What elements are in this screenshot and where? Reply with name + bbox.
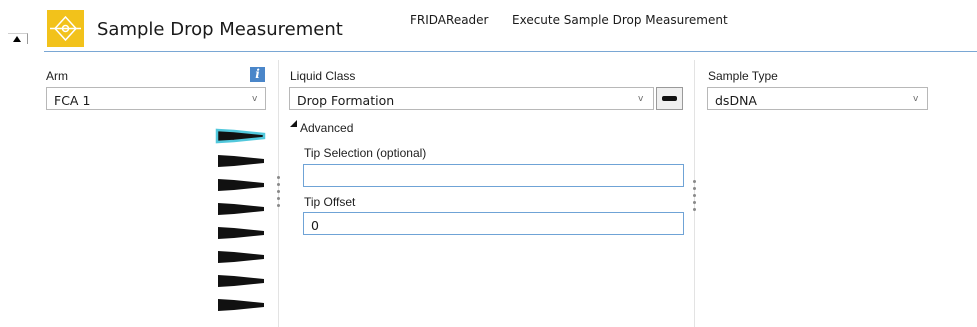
tip-selection-label: Tip Selection (optional) <box>304 146 427 160</box>
sample-type-value: dsDNA <box>715 93 757 108</box>
tip-icon[interactable] <box>218 251 264 263</box>
tip-stack <box>215 128 266 311</box>
sample-type-select[interactable]: dsDNA v <box>707 87 928 110</box>
drop-target-icon <box>47 10 84 47</box>
tip-selection-input[interactable] <box>303 164 684 187</box>
expander-triangle-icon[interactable] <box>290 120 297 127</box>
liquid-class-editor-button[interactable] <box>656 87 683 110</box>
liquid-class-label: Liquid Class <box>290 69 356 83</box>
tip-icon[interactable] <box>218 203 264 215</box>
page-title: Sample Drop Measurement <box>97 19 343 40</box>
chevron-down-icon: v <box>252 94 258 104</box>
tip-icon[interactable] <box>218 227 264 239</box>
info-icon[interactable]: i <box>250 67 265 82</box>
tip-icon[interactable] <box>218 155 264 167</box>
tip-icon[interactable] <box>218 179 264 191</box>
tip-offset-value: 0 <box>311 218 319 233</box>
tip-icon[interactable] <box>215 128 266 144</box>
app-name: FRIDAReader <box>410 13 489 27</box>
tip-icon[interactable] <box>218 299 264 311</box>
header-divider <box>44 51 977 52</box>
splitter-grip[interactable] <box>277 176 281 211</box>
chevron-down-icon: v <box>913 94 919 104</box>
arm-select-value: FCA 1 <box>54 93 91 108</box>
advanced-expander[interactable]: Advanced <box>300 121 353 135</box>
sample-type-label: Sample Type <box>708 69 778 83</box>
chevron-down-icon: v <box>638 94 644 104</box>
tip-offset-input[interactable]: 0 <box>303 212 684 235</box>
action-name: Execute Sample Drop Measurement <box>512 13 728 27</box>
liquid-class-value: Drop Formation <box>297 93 395 108</box>
tip-icon[interactable] <box>218 275 264 287</box>
arm-label: Arm <box>46 69 68 83</box>
tip-bar-icon <box>662 96 677 101</box>
splitter-grip[interactable] <box>693 180 697 215</box>
collapse-triangle-icon <box>13 36 21 42</box>
collapse-toggle-button[interactable] <box>8 33 28 44</box>
liquid-class-select[interactable]: Drop Formation v <box>289 87 654 110</box>
arm-select[interactable]: FCA 1 v <box>46 87 266 110</box>
tip-offset-label: Tip Offset <box>304 195 356 209</box>
